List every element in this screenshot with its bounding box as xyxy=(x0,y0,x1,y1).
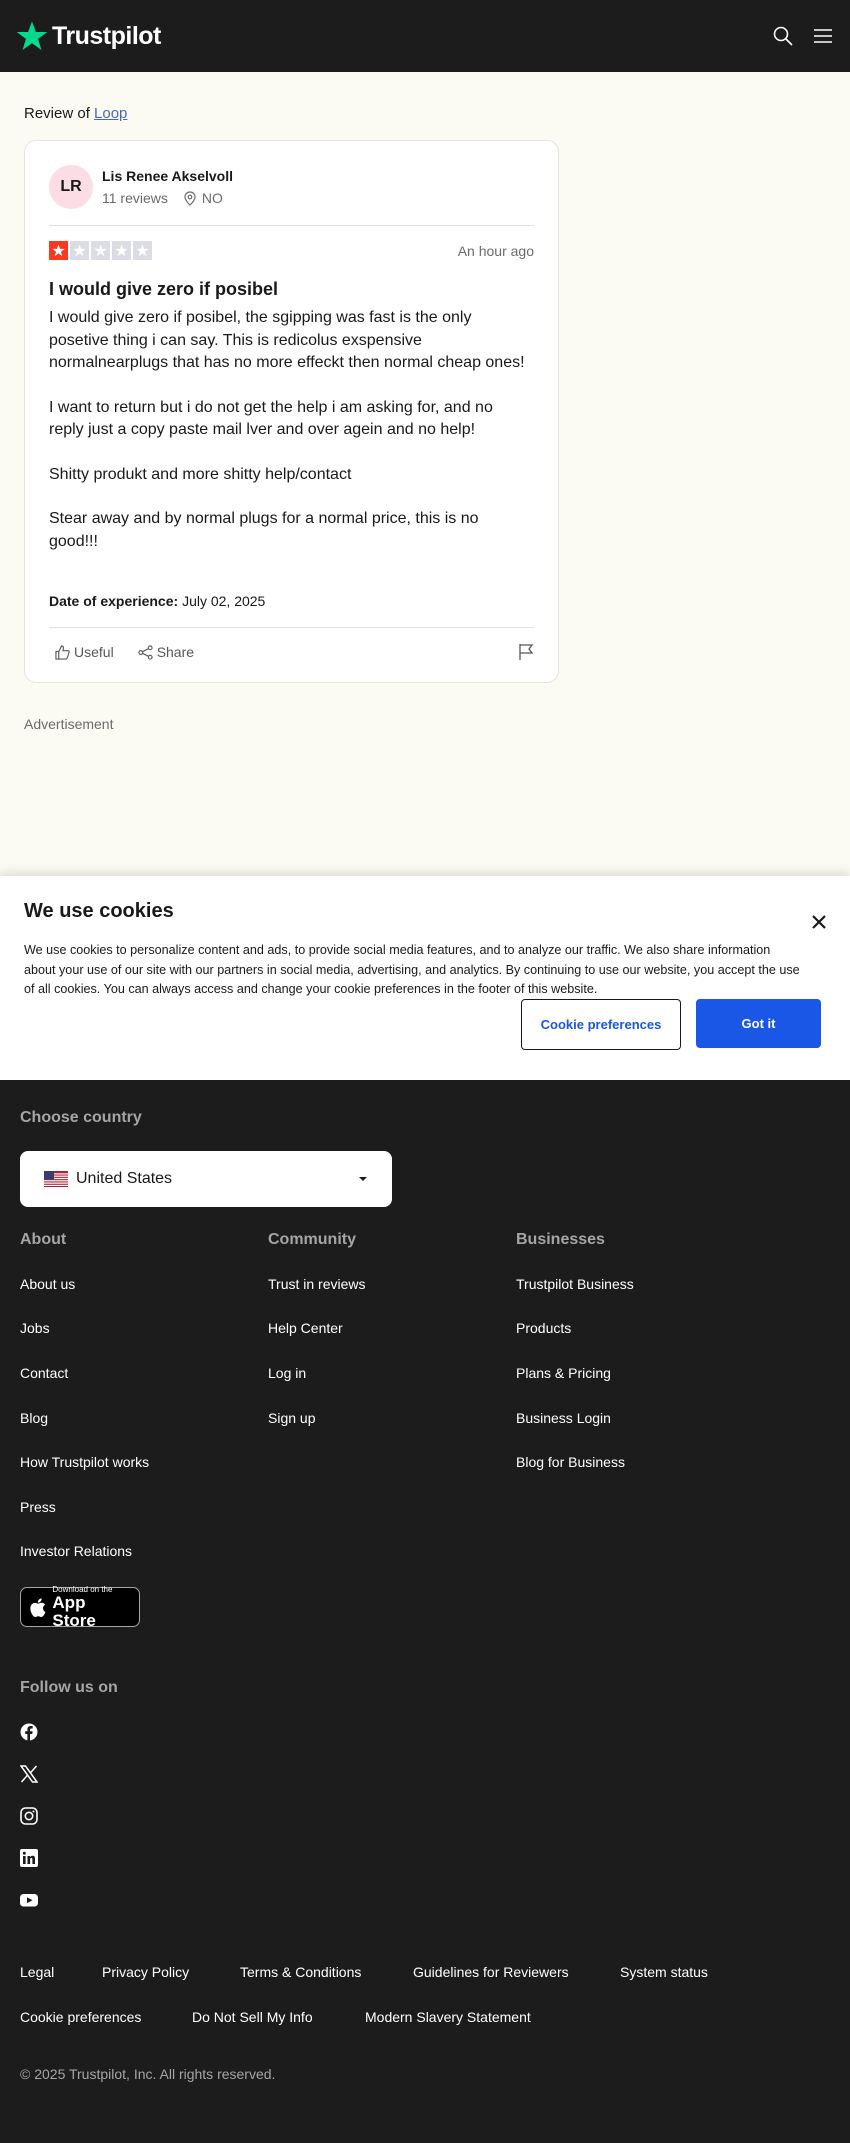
star-filled-icon xyxy=(49,241,68,260)
breadcrumb-prefix: Review of xyxy=(24,105,90,122)
footer-link-sign-up[interactable]: Sign up xyxy=(268,1410,315,1426)
footer-link-help-center[interactable]: Help Center xyxy=(268,1320,343,1336)
instagram-icon[interactable] xyxy=(20,1807,38,1825)
reviewer-name[interactable]: Lis Renee Akselvoll xyxy=(102,168,233,184)
footer-link-products[interactable]: Products xyxy=(516,1320,571,1336)
review-actions: Useful Share xyxy=(55,644,194,660)
close-icon[interactable] xyxy=(812,915,826,934)
share-button[interactable]: Share xyxy=(138,644,194,660)
apple-icon xyxy=(30,1597,46,1617)
avatar[interactable]: LR xyxy=(49,165,93,209)
divider xyxy=(49,225,534,226)
footer-link-guidelines[interactable]: Guidelines for Reviewers xyxy=(413,1964,569,1980)
star-empty-icon xyxy=(70,241,89,260)
copyright: © 2025 Trustpilot, Inc. All rights reser… xyxy=(20,2066,276,2082)
useful-button[interactable]: Useful xyxy=(55,644,114,660)
useful-label: Useful xyxy=(74,644,114,660)
footer-link-system-status[interactable]: System status xyxy=(620,1964,708,1980)
cookie-preferences-button[interactable]: Cookie preferences xyxy=(521,999,681,1050)
footer-link-trust-in-reviews[interactable]: Trust in reviews xyxy=(268,1276,366,1292)
review-body: I would give zero if posibel, the sgippi… xyxy=(49,307,529,575)
trustpilot-star-icon xyxy=(16,21,48,50)
menu-icon[interactable] xyxy=(812,25,834,47)
selected-country: United States xyxy=(76,1170,173,1187)
footer-link-legal[interactable]: Legal xyxy=(20,1964,54,1980)
choose-country-heading: Choose country xyxy=(20,1109,142,1126)
footer-link-blog[interactable]: Blog xyxy=(20,1410,48,1426)
youtube-icon[interactable] xyxy=(20,1891,38,1909)
reviews-count: 11 reviews xyxy=(102,190,168,206)
breadcrumb: Review of Loop xyxy=(24,105,127,122)
footer-link-blog-for-business[interactable]: Blog for Business xyxy=(516,1454,625,1470)
footer-link-jobs[interactable]: Jobs xyxy=(20,1320,50,1336)
footer-link-trustpilot-business[interactable]: Trustpilot Business xyxy=(516,1276,634,1292)
footer-link-cookie-preferences[interactable]: Cookie preferences xyxy=(20,2009,141,2025)
app-store-badge[interactable]: Download on the App Store xyxy=(20,1585,140,1630)
cookie-title: We use cookies xyxy=(24,900,174,922)
footer-link-investor-relations[interactable]: Investor Relations xyxy=(20,1543,132,1559)
footer-link-how-trustpilot-works[interactable]: How Trustpilot works xyxy=(20,1454,149,1470)
review-paragraph: I want to return but i do not get the he… xyxy=(49,398,493,439)
advertisement-label: Advertisement xyxy=(24,716,114,732)
facebook-icon[interactable] xyxy=(20,1723,38,1741)
review-time: An hour ago xyxy=(457,243,534,259)
footer-link-log-in[interactable]: Log in xyxy=(268,1365,306,1381)
country-select[interactable]: United States xyxy=(20,1151,392,1207)
reviewer-meta: 11 reviews NO xyxy=(102,190,223,206)
review-paragraph: I would give zero if posibel, the sgippi… xyxy=(49,309,525,371)
footer-link-terms[interactable]: Terms & Conditions xyxy=(240,1964,361,1980)
footer-link-contact[interactable]: Contact xyxy=(20,1365,68,1381)
date-of-experience: Date of experience: July 02, 2025 xyxy=(49,593,265,609)
star-empty-icon xyxy=(91,241,110,260)
logo-text: Trustpilot xyxy=(52,21,161,50)
share-label: Share xyxy=(156,644,195,660)
x-icon[interactable] xyxy=(19,1765,39,1783)
app-store-big-text: App Store xyxy=(52,1592,96,1630)
company-link[interactable]: Loop xyxy=(94,105,127,122)
footer-link-privacy-policy[interactable]: Privacy Policy xyxy=(102,1964,189,1980)
divider xyxy=(49,627,534,628)
footer-link-press[interactable]: Press xyxy=(20,1499,56,1515)
trustpilot-logo[interactable]: Trustpilot xyxy=(16,20,161,52)
date-value: July 02, 2025 xyxy=(182,593,266,609)
search-icon[interactable] xyxy=(772,25,794,47)
review-card: LR Lis Renee Akselvoll 11 reviews NO An … xyxy=(24,140,559,683)
review-paragraph: Stear away and by normal plugs for a nor… xyxy=(49,510,479,550)
linkedin-icon[interactable] xyxy=(20,1849,38,1867)
report-flag-icon[interactable] xyxy=(518,643,534,666)
date-label: Date of experience: xyxy=(49,593,179,609)
footer-link-modern-slavery[interactable]: Modern Slavery Statement xyxy=(365,2009,531,2025)
reviewer-location: NO xyxy=(184,190,223,206)
thumbs-up-icon xyxy=(55,644,70,660)
caret-down-icon xyxy=(359,1177,367,1181)
footer-link-plans-pricing[interactable]: Plans & Pricing xyxy=(516,1365,611,1381)
us-flag-icon xyxy=(44,1171,68,1187)
footer-link-do-not-sell[interactable]: Do Not Sell My Info xyxy=(192,2009,313,2025)
footer: Choose country United States About Commu… xyxy=(0,1080,850,2143)
footer-link-business-login[interactable]: Business Login xyxy=(516,1410,611,1426)
location-code: NO xyxy=(201,190,223,206)
follow-us-heading: Follow us on xyxy=(20,1679,118,1696)
footer-link-about-us[interactable]: About us xyxy=(20,1276,75,1292)
review-title: I would give zero if posibel xyxy=(49,279,279,299)
community-heading: Community xyxy=(268,1231,356,1248)
star-empty-icon xyxy=(133,241,152,260)
cookie-banner: We use cookies We use cookies to persona… xyxy=(0,876,850,1080)
cookie-text: We use cookies to personalize content an… xyxy=(24,943,800,996)
businesses-heading: Businesses xyxy=(516,1231,605,1248)
share-icon xyxy=(138,644,153,660)
about-heading: About xyxy=(20,1231,67,1248)
accept-cookies-button[interactable]: Got it xyxy=(696,999,821,1048)
star-empty-icon xyxy=(112,241,131,260)
location-pin-icon xyxy=(184,190,196,206)
top-navigation-bar: Trustpilot xyxy=(0,0,850,72)
review-paragraph: Shitty produkt and more shitty help/cont… xyxy=(49,465,352,483)
star-rating xyxy=(49,241,152,260)
